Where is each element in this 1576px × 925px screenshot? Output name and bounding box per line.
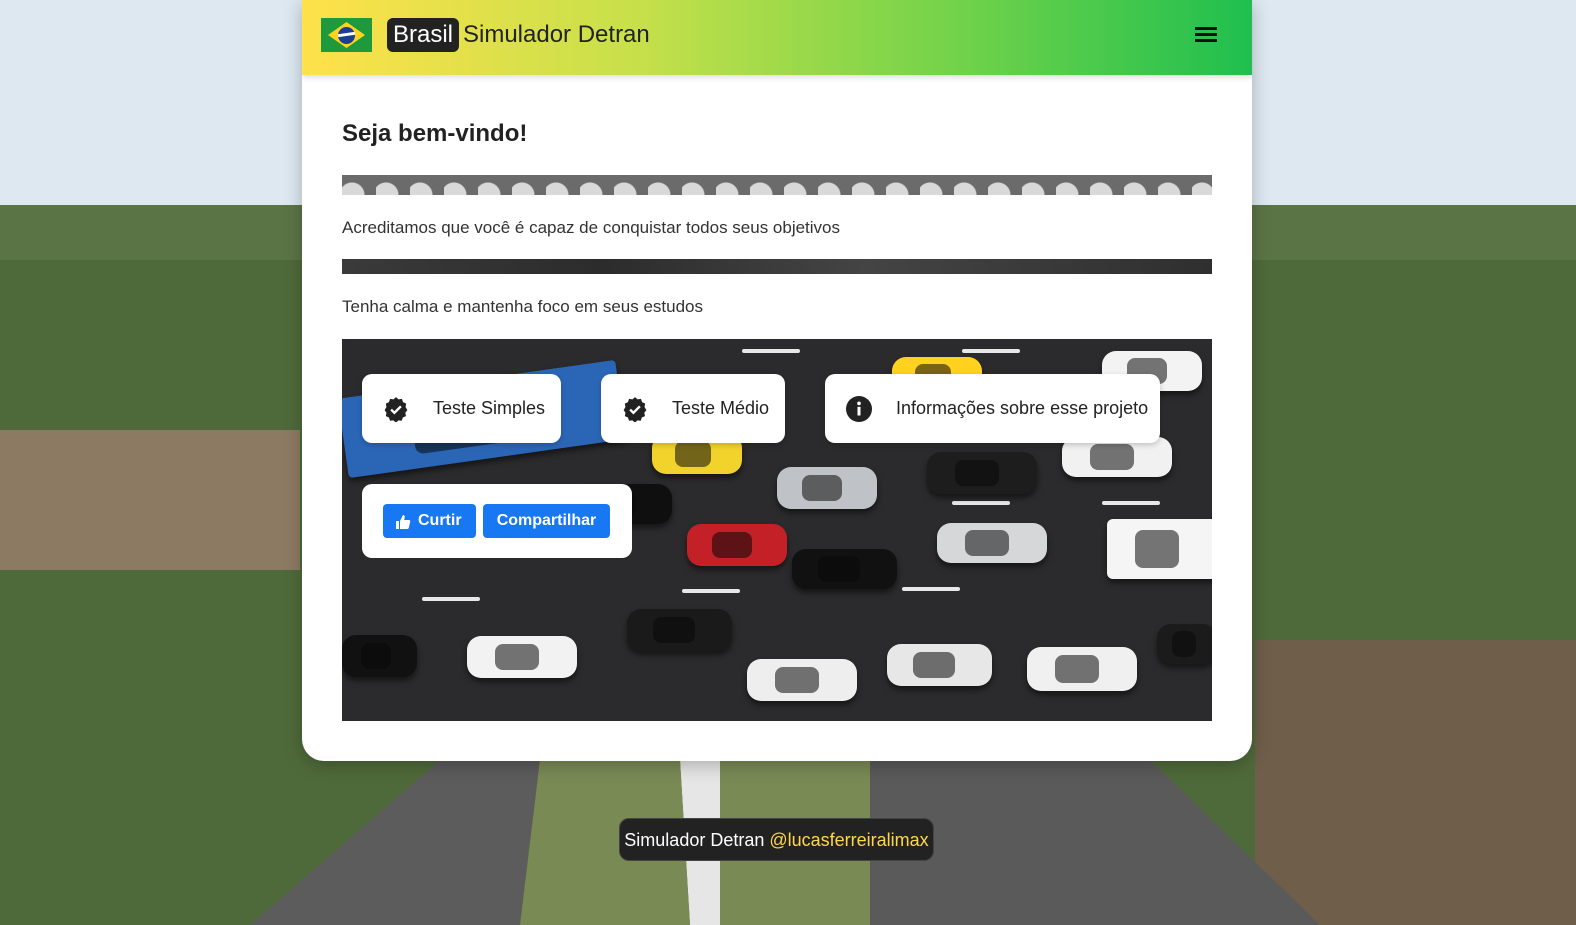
like-label: Curtir [418,512,462,529]
hamburger-menu-icon[interactable] [1192,24,1220,48]
verified-badge-icon [384,396,408,422]
traffic-hero-image: Teste Simples Teste Médio Informações so… [342,339,1212,721]
app-title[interactable]: Simulador Detran [463,18,650,52]
simple-test-label: Teste Simples [433,398,546,418]
brazil-flag-icon [321,18,372,52]
top-navbar: Brasil Simulador Detran [302,0,1252,75]
verified-badge-icon [623,396,647,422]
decorative-image-strip [342,175,1212,195]
brand-badge[interactable]: Brasil [387,18,460,52]
medium-test-card[interactable]: Teste Médio [601,374,785,443]
project-info-card[interactable]: Informações sobre esse projeto [825,374,1160,443]
footer-text: Simulador Detran [624,830,765,850]
project-info-label: Informações sobre esse projeto [896,398,1149,418]
footer-credit: Simulador Detran @lucasferreiralimax [619,818,934,861]
welcome-heading: Seja bem-vindo! [342,120,528,147]
share-label: Compartilhar [496,512,597,529]
like-button[interactable]: Curtir [383,504,476,538]
focus-text: Tenha calma e mantenha foco em seus estu… [342,297,703,316]
info-icon [846,395,872,422]
simple-test-card[interactable]: Teste Simples [362,374,561,443]
main-panel: Brasil Simulador Detran Seja bem-vindo! … [302,0,1252,761]
thumbs-up-icon [396,515,411,529]
decorative-image-strip [342,259,1212,274]
motivation-text: Acreditamos que você é capaz de conquist… [342,218,841,237]
medium-test-label: Teste Médio [672,398,770,418]
social-buttons-box: Curtir Compartilhar [362,484,632,558]
author-handle-link[interactable]: @lucasferreiralimax [769,830,928,850]
share-button[interactable]: Compartilhar [483,504,610,538]
